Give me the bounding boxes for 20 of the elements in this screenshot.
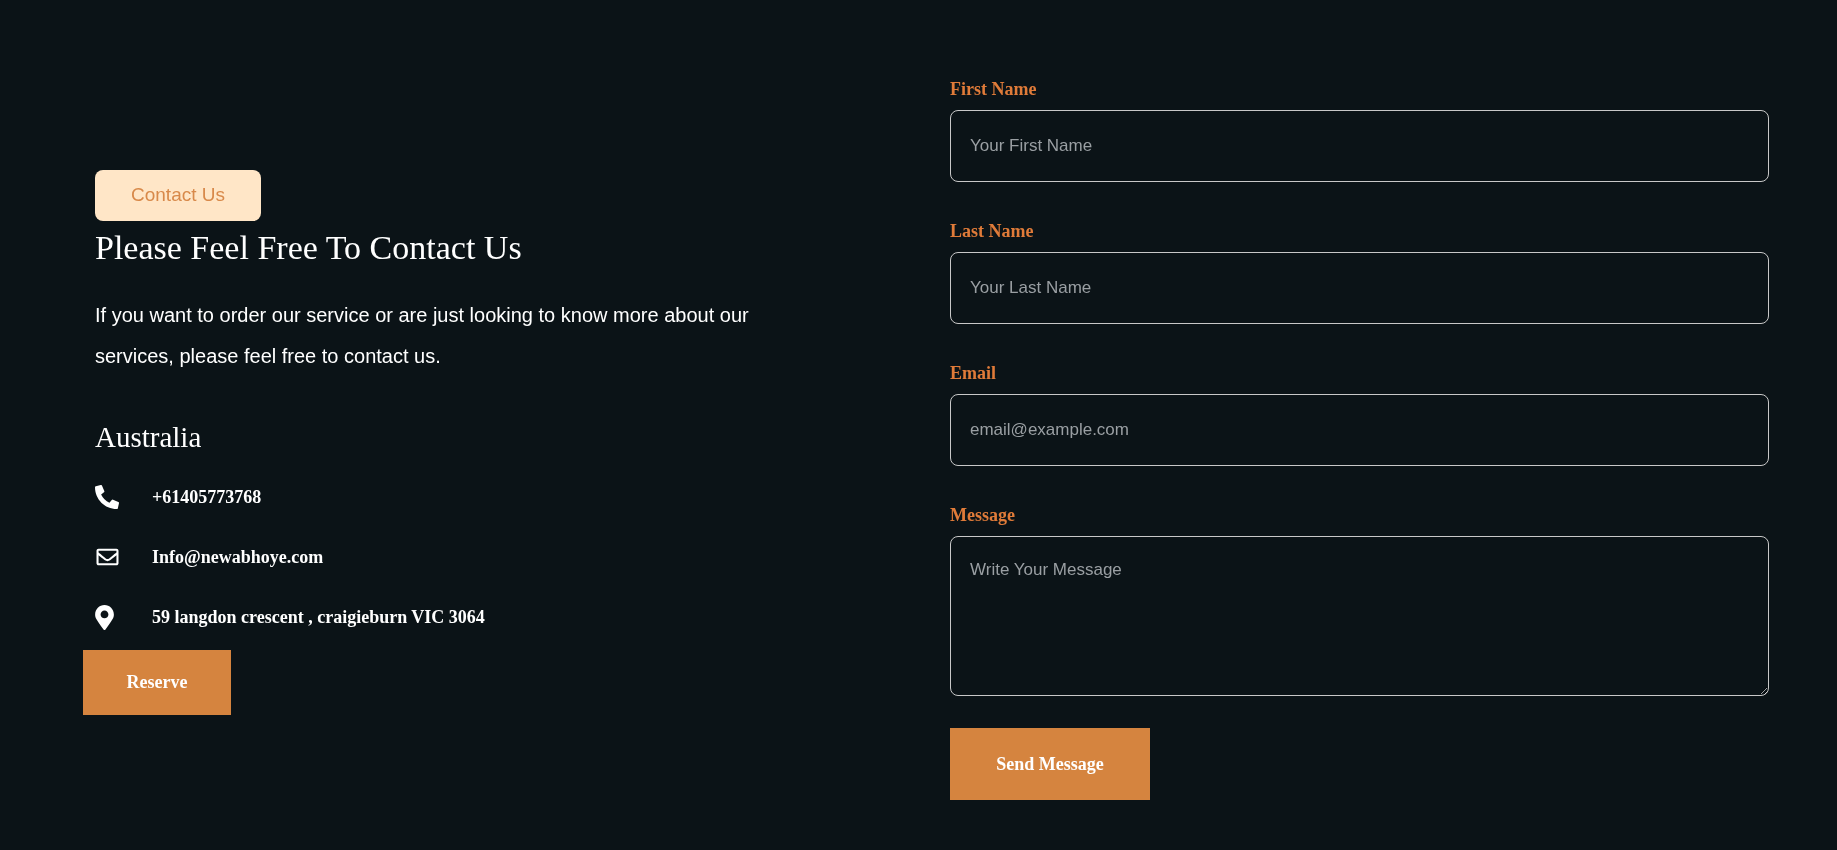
input-field[interactable]: Your Last Name [950,252,1769,324]
contact-text: Info@newabhoye.com [152,545,324,569]
phone-icon [95,485,119,509]
reserve-button[interactable]: Reserve [83,650,231,715]
section-heading: Please Feel Free To Contact Us [95,229,522,267]
message-field[interactable]: Write Your Message [950,536,1769,696]
contact-text: +61405773768 [152,485,262,509]
region-heading: Australia [95,420,202,455]
field-label: First Name [950,78,1037,100]
map-pin-icon [95,604,114,630]
intro-paragraph: If you want to order our service or are just looking to know more about our services, please feel free to contact us. [95,303,750,369]
field-label: Last Name [950,220,1034,242]
send-message-button[interactable]: Send Message [950,728,1150,800]
contact-us-badge: Contact Us [95,170,261,221]
envelope-icon [95,546,120,568]
input-field[interactable]: email@example.com [950,394,1769,466]
input-field[interactable]: Your First Name [950,110,1769,182]
contact-text: 59 langdon crescent , craigieburn VIC 3064 [152,605,485,629]
field-label: Email [950,362,996,384]
field-label: Message [950,504,1015,526]
